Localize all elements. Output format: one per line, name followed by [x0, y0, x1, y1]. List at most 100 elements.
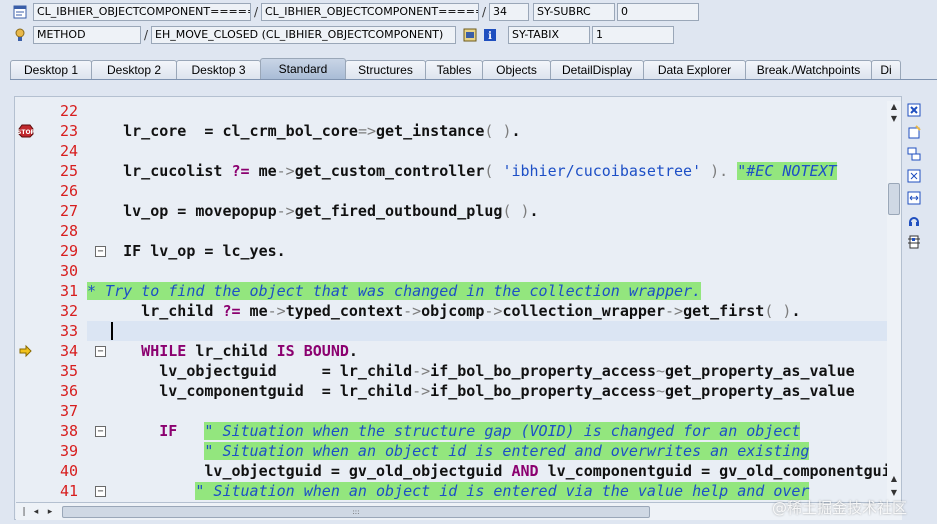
code-line[interactable] — [87, 321, 887, 341]
code-token: if_bol_bo_property_access — [430, 382, 656, 400]
scroll-page-up-icon[interactable]: ▼ — [887, 113, 901, 125]
code-line[interactable]: " Situation when an object id is entered… — [87, 441, 810, 461]
gutter-line[interactable]: 29 — [15, 241, 87, 261]
program-field[interactable]: CL_IBHIER_OBJECTCOMPONENT===== — [33, 3, 251, 21]
scroll-start-icon[interactable]: ❘ — [18, 505, 30, 519]
code-token: ( — [764, 302, 783, 320]
scroll-right-icon[interactable]: ▸ — [44, 505, 56, 519]
code-lines[interactable]: lr_core = cl_crm_bol_core=>get_instance(… — [87, 101, 887, 501]
gutter-line[interactable]: 34 — [15, 341, 87, 361]
info-icon[interactable]: i — [482, 27, 498, 43]
gutter-line[interactable]: 31 — [15, 281, 87, 301]
include-field[interactable]: CL_IBHIER_OBJECTCOMPONENT===== — [261, 3, 479, 21]
line-number: 26 — [59, 182, 78, 200]
gutter-line[interactable]: 32 — [15, 301, 87, 321]
gutter-line[interactable]: 37 — [15, 401, 87, 421]
fold-toggle-icon[interactable]: − — [95, 246, 106, 257]
gutter-line[interactable]: 36 — [15, 381, 87, 401]
new-tool-icon[interactable] — [906, 124, 922, 140]
gutter-line[interactable]: 28 — [15, 221, 87, 241]
code-token: lr_child — [186, 342, 277, 360]
resize-icon[interactable] — [906, 190, 922, 206]
tab-standard[interactable]: Standard — [260, 58, 346, 79]
scrollbar-thumb[interactable]: ::: — [62, 506, 650, 518]
code-comment: * Try to find the object that was change… — [87, 282, 702, 300]
maximize-icon[interactable] — [906, 168, 922, 184]
gutter-line[interactable]: 30 — [15, 261, 87, 281]
scroll-up-icon[interactable]: ▲ — [887, 101, 901, 113]
event-icon — [12, 27, 28, 43]
tab-detaildisplay[interactable]: DetailDisplay — [550, 60, 644, 79]
code-line[interactable]: lv_objectguid = lr_child->if_bol_bo_prop… — [87, 361, 854, 381]
code-token: -> — [484, 302, 503, 320]
close-icon[interactable] — [906, 102, 922, 118]
tab-structures[interactable]: Structures — [345, 60, 426, 79]
line-number-field[interactable]: 34 — [489, 3, 529, 21]
gutter-line[interactable]: 26 — [15, 181, 87, 201]
system-variable-value-2[interactable]: 1 — [592, 26, 674, 44]
code-token: collection_wrapper — [502, 302, 665, 320]
line-number: 25 — [59, 162, 78, 180]
scroll-page-down-icon[interactable]: ▲ — [887, 473, 901, 485]
line-number: 37 — [59, 402, 78, 420]
code-keyword: AND — [511, 462, 539, 480]
gutter-line[interactable]: STOP 23 — [15, 121, 87, 141]
breakpoint-icon[interactable]: STOP — [17, 124, 36, 138]
code-line[interactable]: lv_objectguid = gv_old_objectguid AND lv… — [87, 461, 887, 481]
gutter-line[interactable]: 22 — [15, 101, 87, 121]
context-row-program: CL_IBHIER_OBJECTCOMPONENT===== / CL_IBHI… — [0, 2, 699, 22]
tab-di[interactable]: Di — [871, 60, 901, 79]
line-number: 34 — [59, 342, 78, 360]
tab-desktop-2[interactable]: Desktop 2 — [91, 60, 177, 79]
gutter-line[interactable]: 27 — [15, 201, 87, 221]
fold-toggle-icon[interactable]: − — [95, 426, 106, 437]
current-statement-arrow-icon — [18, 344, 34, 358]
fold-toggle-icon[interactable]: − — [95, 346, 106, 357]
event-type-field[interactable]: METHOD — [33, 26, 141, 44]
tab-objects[interactable]: Objects — [482, 60, 551, 79]
vertical-scrollbar[interactable]: ▲ ▼ ▲ ▼ — [887, 101, 901, 505]
code-token: . — [511, 122, 521, 140]
code-line[interactable]: lr_core = cl_crm_bol_core=>get_instance(… — [87, 121, 521, 141]
line-number: 23 — [59, 122, 78, 140]
code-token: -> — [412, 382, 431, 400]
gutter-line[interactable]: 24 — [15, 141, 87, 161]
code-line[interactable]: lr_child ?= me->typed_context->objcomp->… — [87, 301, 800, 321]
tab-desktop-1[interactable]: Desktop 1 — [10, 60, 92, 79]
scroll-left-icon[interactable]: ◂ — [30, 505, 42, 519]
tab-break-watchpoints[interactable]: Break./Watchpoints — [745, 60, 872, 79]
code-line[interactable]: WHILE lr_child IS BOUND. — [87, 341, 358, 361]
tab-desktop-3[interactable]: Desktop 3 — [176, 60, 261, 79]
code-line[interactable]: " Situation when an object id is entered… — [87, 481, 810, 501]
swap-tool-icon[interactable] — [906, 146, 922, 162]
display-source-icon[interactable] — [462, 27, 478, 43]
gutter-line[interactable]: 41 — [15, 481, 87, 501]
gutter-line[interactable]: 39 — [15, 441, 87, 461]
services-icon[interactable] — [906, 212, 922, 228]
gutter-line[interactable]: 38 — [15, 421, 87, 441]
gutter-line[interactable]: 33 — [15, 321, 87, 341]
tab-data-explorer[interactable]: Data Explorer — [643, 60, 746, 79]
event-field[interactable]: EH_MOVE_CLOSED (CL_IBHIER_OBJECTCOMPONEN… — [151, 26, 456, 44]
horizontal-scrollbar[interactable]: ❘ ◂ ▸ ::: — [16, 502, 902, 520]
gutter-line[interactable]: 25 — [15, 161, 87, 181]
fold-toggle-icon[interactable]: − — [95, 486, 106, 497]
code-line[interactable]: IF " Situation when the structure gap (V… — [87, 421, 801, 441]
gutter-line[interactable]: 40 — [15, 461, 87, 481]
gutter-line[interactable]: 35 — [15, 361, 87, 381]
code-string: 'ibhier/cucoibasetree' — [502, 162, 702, 180]
watermark: @稀土掘金技术社区 — [772, 499, 908, 517]
code-line[interactable]: lv_componentguid = lr_child->if_bol_bo_p… — [87, 381, 854, 401]
code-line[interactable]: lv_op = movepopup->get_fired_outbound_pl… — [87, 201, 538, 221]
scrollbar-thumb[interactable] — [888, 183, 900, 215]
source-code-editor[interactable]: 22 STOP 23 24 25 26 27 28 29 30 31 32 33 34 35 36 37 38 39… — [14, 96, 902, 520]
line-number: 30 — [59, 262, 78, 280]
system-variable-value-1[interactable]: 0 — [617, 3, 699, 21]
settings-icon[interactable] — [906, 234, 922, 250]
line-number: 22 — [59, 102, 78, 120]
code-line[interactable]: * Try to find the object that was change… — [87, 281, 702, 301]
code-line[interactable]: IF lv_op = lc_yes. — [87, 241, 286, 261]
code-token: lv_objectguid = gv_old_objectguid — [87, 462, 512, 480]
code-line[interactable]: lr_cucolist ?= me->get_custom_controller… — [87, 161, 837, 181]
tab-tables[interactable]: Tables — [425, 60, 483, 79]
